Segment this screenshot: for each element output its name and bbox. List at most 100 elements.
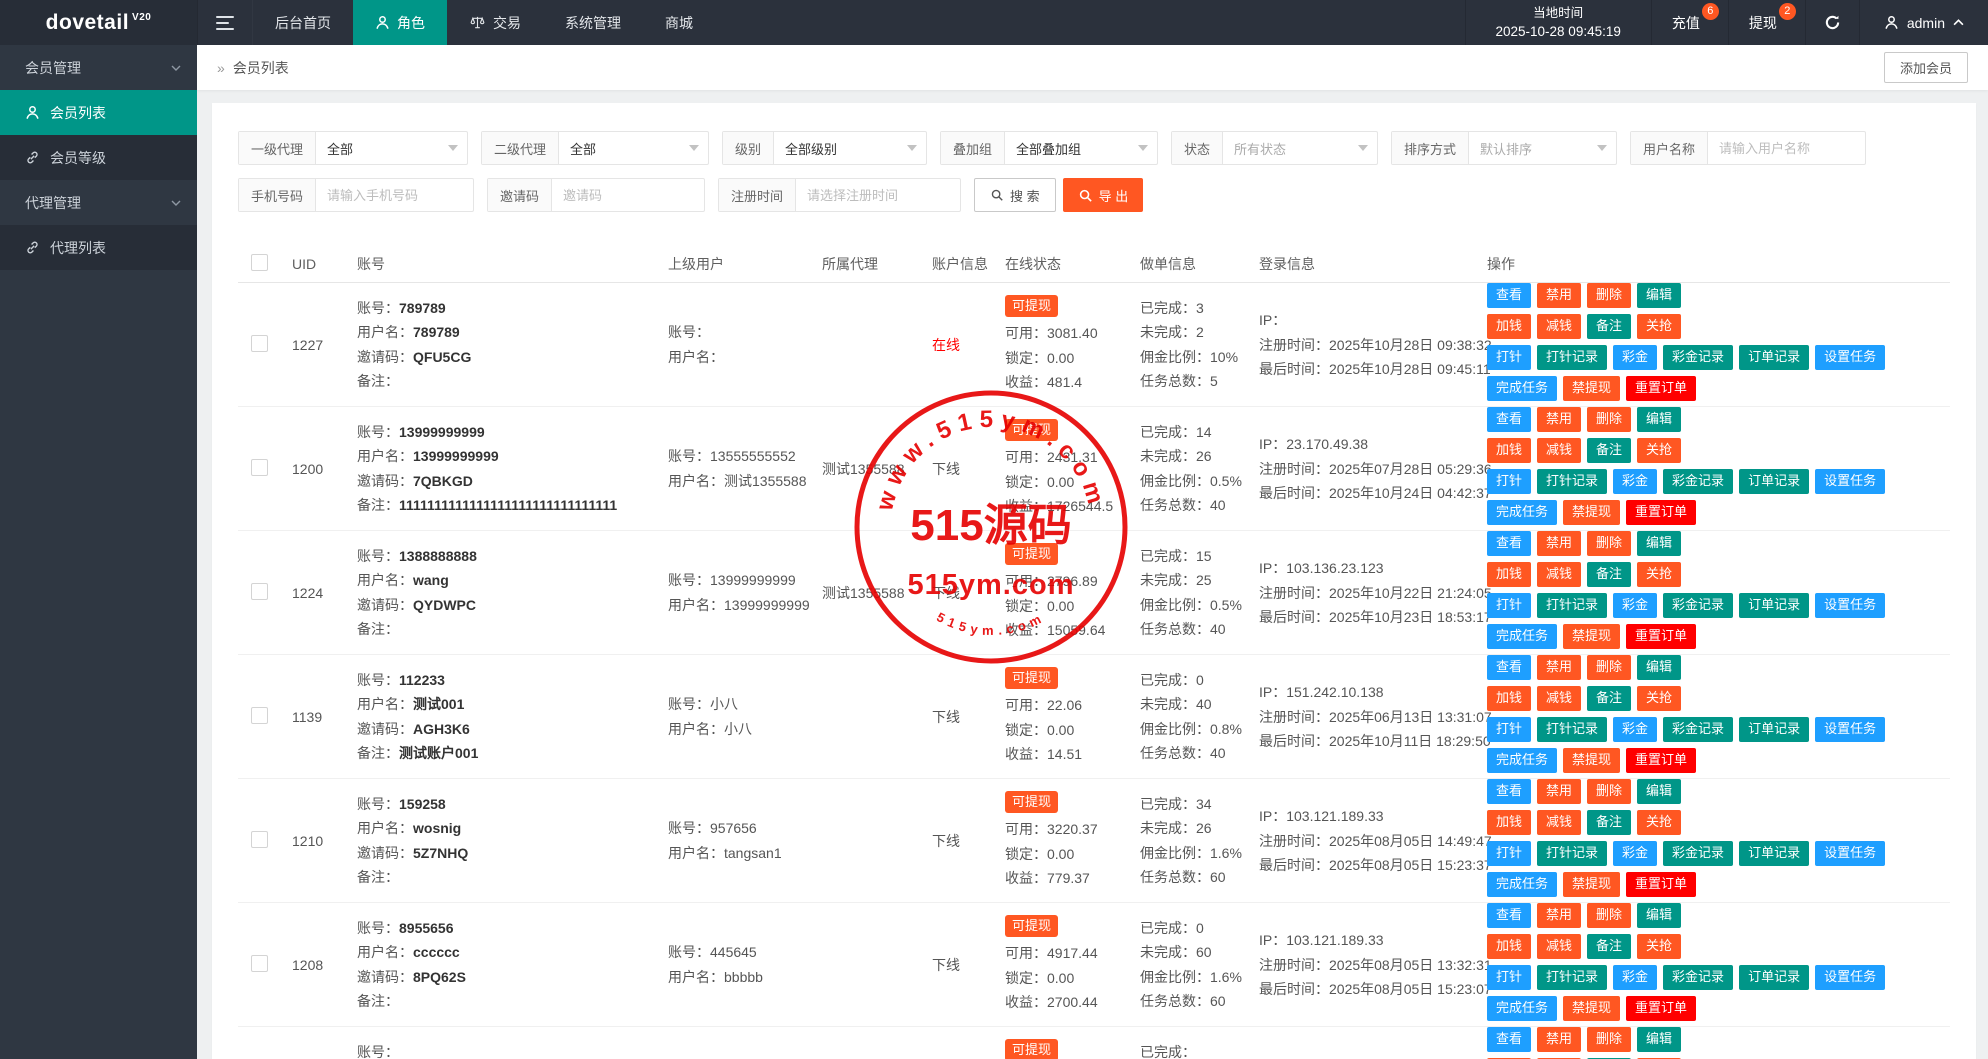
action-inject-record[interactable]: 打针记录: [1537, 345, 1607, 370]
action-view[interactable]: 查看: [1487, 407, 1531, 432]
action-subtract-money[interactable]: 减钱: [1537, 438, 1581, 463]
filter-invite-input[interactable]: [552, 179, 704, 211]
top-menu-trade[interactable]: 交易: [447, 0, 543, 45]
sidebar-item-agent-list[interactable]: 代理列表: [0, 225, 197, 270]
action-order-record[interactable]: 订单记录: [1739, 965, 1809, 990]
action-complete-task[interactable]: 完成任务: [1487, 872, 1557, 897]
hamburger-button[interactable]: [197, 0, 253, 45]
action-add-money[interactable]: 加钱: [1487, 686, 1531, 711]
action-bonus[interactable]: 彩金: [1613, 841, 1657, 866]
action-delete[interactable]: 删除: [1587, 407, 1631, 432]
add-member-button[interactable]: 添加会员: [1884, 52, 1968, 83]
action-ban-withdraw[interactable]: 禁提现: [1563, 872, 1620, 897]
row-checkbox[interactable]: [251, 335, 268, 352]
action-bonus[interactable]: 彩金: [1613, 965, 1657, 990]
action-complete-task[interactable]: 完成任务: [1487, 748, 1557, 773]
withdraw-link[interactable]: 提现 2: [1728, 0, 1805, 45]
action-bonus[interactable]: 彩金: [1613, 469, 1657, 494]
filter-username-input[interactable]: [1708, 132, 1865, 164]
filter-second-agent-select[interactable]: 全部: [559, 132, 708, 164]
action-remark[interactable]: 备注: [1587, 562, 1631, 587]
action-disable[interactable]: 禁用: [1537, 655, 1581, 680]
action-close-grab[interactable]: 关抢: [1637, 810, 1681, 835]
action-delete[interactable]: 删除: [1587, 655, 1631, 680]
action-close-grab[interactable]: 关抢: [1637, 934, 1681, 959]
action-disable[interactable]: 禁用: [1537, 903, 1581, 928]
action-ban-withdraw[interactable]: 禁提现: [1563, 376, 1620, 401]
action-reset-order[interactable]: 重置订单: [1626, 624, 1696, 649]
filter-level-select[interactable]: 全部级别: [774, 132, 926, 164]
action-ban-withdraw[interactable]: 禁提现: [1563, 500, 1620, 525]
action-order-record[interactable]: 订单记录: [1739, 345, 1809, 370]
action-add-money[interactable]: 加钱: [1487, 934, 1531, 959]
action-disable[interactable]: 禁用: [1537, 779, 1581, 804]
action-inject-record[interactable]: 打针记录: [1537, 841, 1607, 866]
action-edit[interactable]: 编辑: [1637, 407, 1681, 432]
admin-menu[interactable]: admin: [1859, 0, 1988, 45]
action-edit[interactable]: 编辑: [1637, 1027, 1681, 1052]
action-complete-task[interactable]: 完成任务: [1487, 500, 1557, 525]
action-disable[interactable]: 禁用: [1537, 283, 1581, 308]
action-close-grab[interactable]: 关抢: [1637, 686, 1681, 711]
row-checkbox[interactable]: [251, 707, 268, 724]
action-set-task[interactable]: 设置任务: [1815, 345, 1885, 370]
action-bonus-record[interactable]: 彩金记录: [1663, 965, 1733, 990]
action-remark[interactable]: 备注: [1587, 934, 1631, 959]
action-edit[interactable]: 编辑: [1637, 655, 1681, 680]
action-subtract-money[interactable]: 减钱: [1537, 934, 1581, 959]
action-delete[interactable]: 删除: [1587, 283, 1631, 308]
action-view[interactable]: 查看: [1487, 779, 1531, 804]
action-close-grab[interactable]: 关抢: [1637, 438, 1681, 463]
action-delete[interactable]: 删除: [1587, 531, 1631, 556]
action-view[interactable]: 查看: [1487, 283, 1531, 308]
action-disable[interactable]: 禁用: [1537, 531, 1581, 556]
action-bonus-record[interactable]: 彩金记录: [1663, 469, 1733, 494]
action-subtract-money[interactable]: 减钱: [1537, 686, 1581, 711]
action-inject[interactable]: 打针: [1487, 717, 1531, 742]
filter-first-agent-select[interactable]: 全部: [316, 132, 467, 164]
search-button[interactable]: 搜 索: [974, 178, 1056, 212]
action-order-record[interactable]: 订单记录: [1739, 717, 1809, 742]
action-set-task[interactable]: 设置任务: [1815, 965, 1885, 990]
action-add-money[interactable]: 加钱: [1487, 314, 1531, 339]
action-subtract-money[interactable]: 减钱: [1537, 314, 1581, 339]
action-disable[interactable]: 禁用: [1537, 407, 1581, 432]
action-disable[interactable]: 禁用: [1537, 1027, 1581, 1052]
action-inject[interactable]: 打针: [1487, 965, 1531, 990]
action-edit[interactable]: 编辑: [1637, 531, 1681, 556]
action-bonus-record[interactable]: 彩金记录: [1663, 593, 1733, 618]
action-remark[interactable]: 备注: [1587, 314, 1631, 339]
action-order-record[interactable]: 订单记录: [1739, 469, 1809, 494]
action-remark[interactable]: 备注: [1587, 438, 1631, 463]
action-bonus[interactable]: 彩金: [1613, 345, 1657, 370]
action-inject-record[interactable]: 打针记录: [1537, 965, 1607, 990]
action-inject-record[interactable]: 打针记录: [1537, 717, 1607, 742]
action-set-task[interactable]: 设置任务: [1815, 717, 1885, 742]
action-edit[interactable]: 编辑: [1637, 779, 1681, 804]
filter-status-select[interactable]: 所有状态: [1223, 132, 1377, 164]
filter-sort-select[interactable]: 默认排序: [1469, 132, 1616, 164]
action-close-grab[interactable]: 关抢: [1637, 314, 1681, 339]
sidebar-item-member-management[interactable]: 会员管理: [0, 45, 197, 90]
recharge-link[interactable]: 充值 6: [1651, 0, 1728, 45]
action-reset-order[interactable]: 重置订单: [1626, 872, 1696, 897]
action-complete-task[interactable]: 完成任务: [1487, 624, 1557, 649]
action-view[interactable]: 查看: [1487, 903, 1531, 928]
row-checkbox[interactable]: [251, 831, 268, 848]
action-bonus-record[interactable]: 彩金记录: [1663, 717, 1733, 742]
action-reset-order[interactable]: 重置订单: [1626, 500, 1696, 525]
top-menu-dashboard[interactable]: 后台首页: [253, 0, 353, 45]
action-subtract-money[interactable]: 减钱: [1537, 810, 1581, 835]
action-ban-withdraw[interactable]: 禁提现: [1563, 748, 1620, 773]
action-inject-record[interactable]: 打针记录: [1537, 469, 1607, 494]
action-set-task[interactable]: 设置任务: [1815, 469, 1885, 494]
refresh-button[interactable]: [1805, 0, 1859, 45]
action-edit[interactable]: 编辑: [1637, 903, 1681, 928]
action-inject-record[interactable]: 打针记录: [1537, 593, 1607, 618]
action-inject[interactable]: 打针: [1487, 841, 1531, 866]
action-ban-withdraw[interactable]: 禁提现: [1563, 996, 1620, 1021]
action-inject[interactable]: 打针: [1487, 345, 1531, 370]
action-remark[interactable]: 备注: [1587, 810, 1631, 835]
row-checkbox[interactable]: [251, 459, 268, 476]
action-order-record[interactable]: 订单记录: [1739, 593, 1809, 618]
